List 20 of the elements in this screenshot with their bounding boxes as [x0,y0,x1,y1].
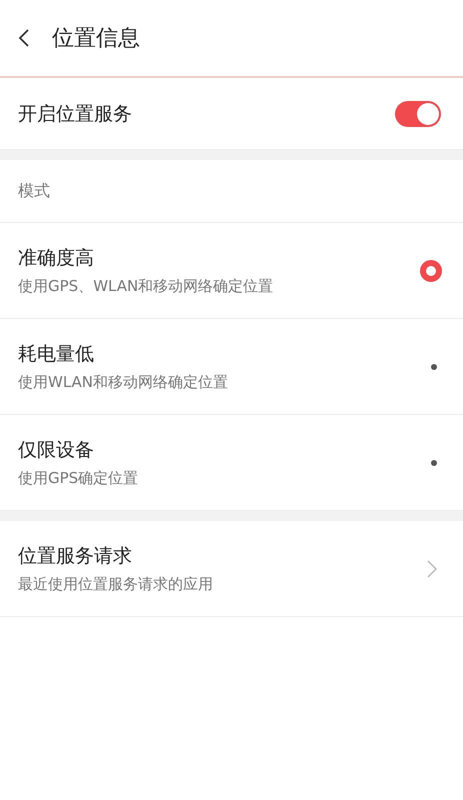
option-title: 准确度高 [18,246,95,271]
back-icon[interactable] [18,28,30,48]
item-description: 最近使用位置服务请求的应用 [18,575,213,594]
mode-option[interactable]: 耗电量低 使用WLAN和移动网络确定位置 [0,319,463,415]
radio-button[interactable] [431,364,437,370]
toggle-switch[interactable] [395,100,441,126]
option-title: 仅限设备 [18,438,95,463]
option-description: 使用WLAN和移动网络确定位置 [18,373,228,392]
mode-option[interactable]: 准确度高 使用GPS、WLAN和移动网络确定位置 [0,223,463,319]
option-title: 耗电量低 [18,342,95,367]
section-title: 模式 [18,180,50,202]
chevron-icon [427,560,437,578]
option-description: 使用GPS、WLAN和移动网络确定位置 [18,277,274,296]
radio-button[interactable] [420,260,442,282]
radio-button[interactable] [431,460,437,466]
item-title: 位置服务请求 [18,544,133,569]
page-title: 位置信息 [52,25,140,53]
location-requests-item[interactable]: 位置服务请求 最近使用位置服务请求的应用 [0,521,463,617]
option-description: 使用GPS确定位置 [18,469,138,488]
setting-label: 开启位置服务 [18,102,132,126]
